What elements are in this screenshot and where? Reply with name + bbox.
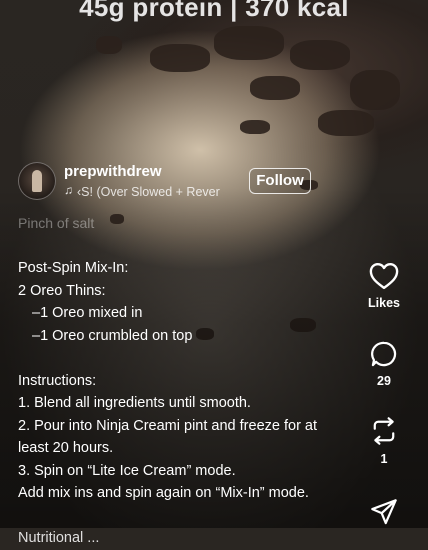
caption-line: Nutritional ...	[18, 530, 100, 546]
like-label: Likes	[368, 296, 400, 310]
send-icon[interactable]	[370, 498, 398, 526]
music-attribution[interactable]: ♫ ‹S! (Over Slowed + Rever	[64, 183, 252, 199]
music-title: ‹S! (Over Slowed + Rever	[77, 185, 220, 199]
avatar-figure	[32, 170, 42, 192]
comment-icon[interactable]	[370, 340, 398, 368]
music-note-icon: ♫	[64, 183, 73, 197]
caption-line: 2 Oreo Thins:	[18, 282, 106, 299]
avatar[interactable]	[18, 162, 56, 200]
comment-count: 29	[377, 374, 391, 388]
caption-faded-line: Pinch of salt	[18, 215, 95, 231]
video-title-overlay: 45g protein | 370 kcal	[79, 0, 349, 22]
caption-line: 1. Blend all ingredients until smooth.	[18, 395, 251, 411]
repost-icon[interactable]	[370, 416, 398, 446]
caption[interactable]: Post-Spin Mix-In: 2 Oreo Thins: –1 Oreo …	[18, 257, 378, 550]
caption-line: Instructions:	[18, 372, 97, 389]
repost-count: 1	[380, 452, 388, 466]
caption-line: Post-Spin Mix-In:	[18, 260, 129, 276]
comment-action[interactable]: 29	[354, 340, 414, 388]
heart-icon[interactable]	[369, 262, 399, 290]
caption-line: –1 Oreo mixed in	[32, 305, 143, 321]
follow-button[interactable]: Follow	[249, 168, 311, 194]
caption-line: 3. Spin on “Lite Ice Cream” mode.	[18, 462, 236, 479]
repost-action[interactable]: 1	[354, 416, 414, 466]
like-action[interactable]: Likes	[354, 262, 414, 310]
share-action[interactable]	[354, 498, 414, 526]
caption-line: 2. Pour into Ninja Creami pint and freez…	[18, 417, 318, 434]
caption-line: Add mix ins and spin again on “Mix-In” m…	[18, 485, 309, 501]
username[interactable]: prepwithdrew	[64, 163, 162, 180]
caption-line: –1 Oreo crumbled on top	[32, 327, 193, 344]
caption-line: least 20 hours.	[18, 440, 114, 456]
